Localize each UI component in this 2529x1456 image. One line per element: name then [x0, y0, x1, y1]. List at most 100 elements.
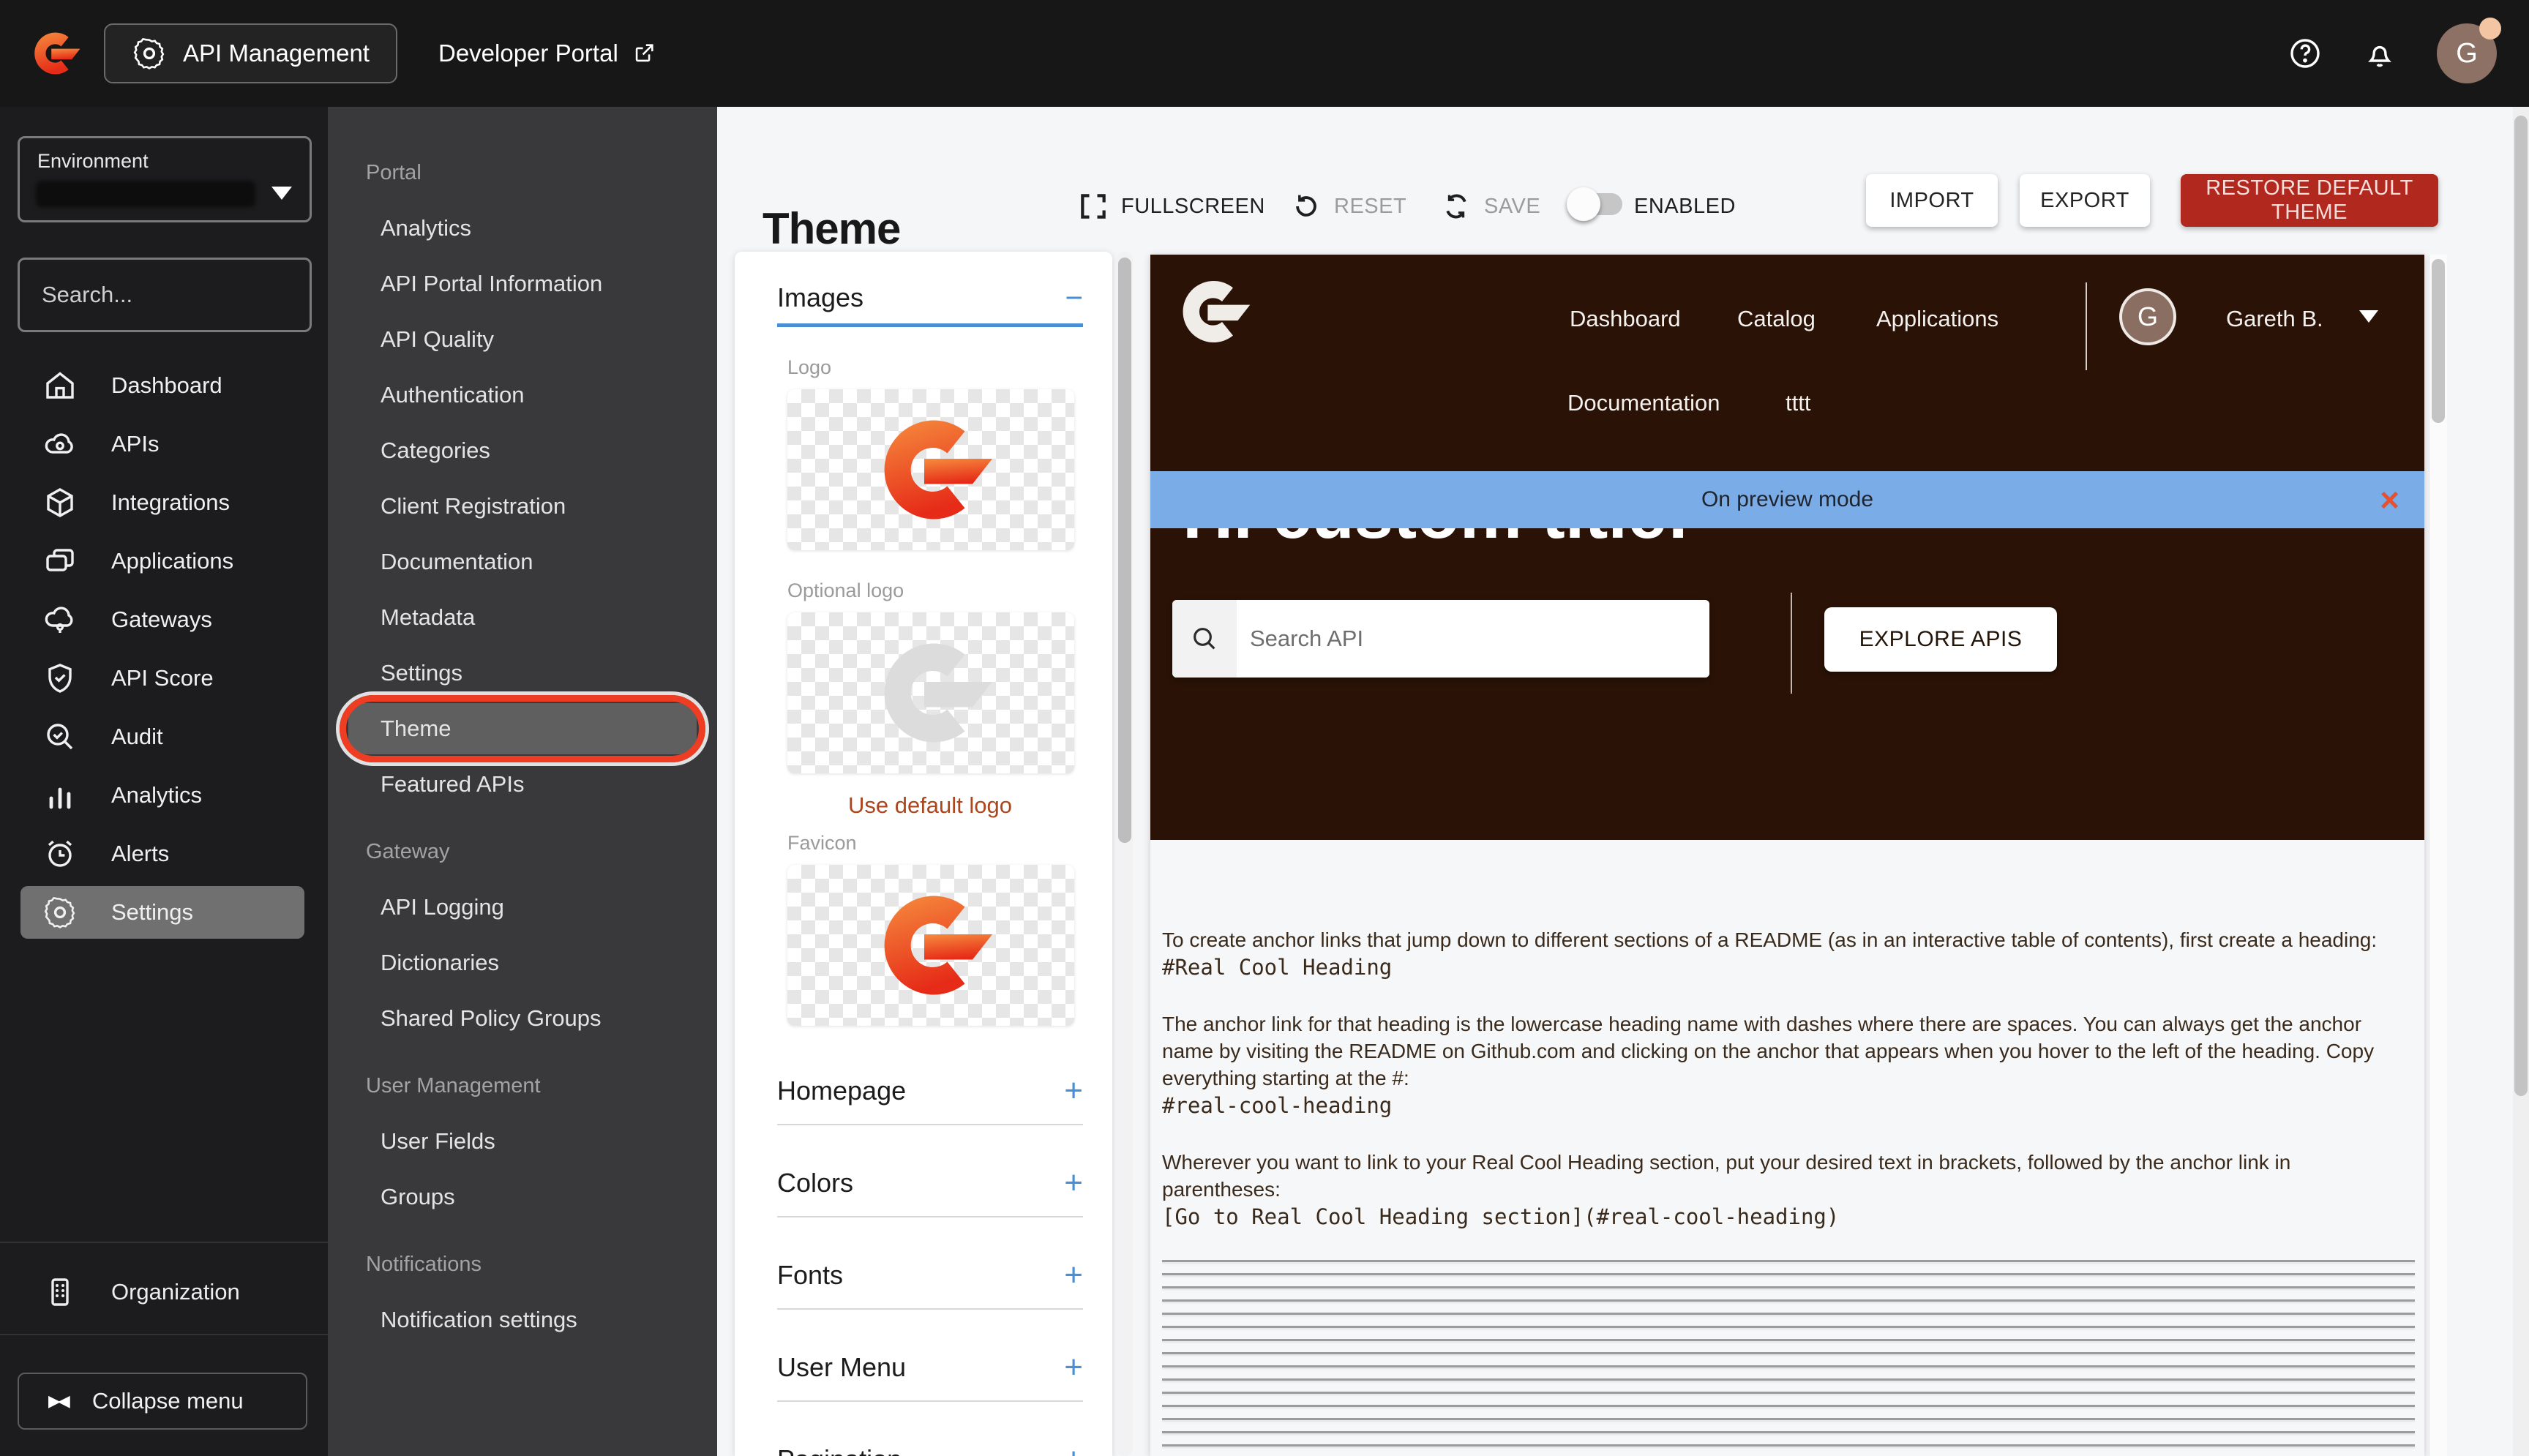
- sidebar-item-analytics[interactable]: Analytics: [0, 766, 328, 825]
- sidebar-item-settings[interactable]: Settings: [0, 883, 328, 942]
- subnav-item-featured-apis[interactable]: Featured APIs: [328, 757, 717, 812]
- subnav-item-metadata[interactable]: Metadata: [328, 590, 717, 645]
- subnav-item-api-logging[interactable]: API Logging: [328, 879, 717, 935]
- expand-section-icon[interactable]: +: [1064, 1441, 1083, 1456]
- expand-section-icon[interactable]: +: [1064, 1073, 1083, 1109]
- preview-scrollbar[interactable]: [2429, 255, 2447, 1456]
- subnav-item-authentication[interactable]: Authentication: [328, 367, 717, 423]
- sidebar-item-integrations[interactable]: Integrations: [0, 473, 328, 532]
- subnav-item-api-quality[interactable]: API Quality: [328, 312, 717, 367]
- scrollbar-thumb[interactable]: [2514, 116, 2528, 1096]
- subnav-item-groups[interactable]: Groups: [328, 1169, 717, 1225]
- restore-default-theme-button[interactable]: RESTORE DEFAULT THEME: [2181, 174, 2438, 227]
- section-pagination[interactable]: Pagination+: [777, 1441, 1083, 1456]
- help-icon[interactable]: [2288, 36, 2323, 71]
- skeleton-line: [1162, 1313, 2415, 1315]
- favicon-upload-area[interactable]: [787, 865, 1074, 1026]
- chevron-down-icon[interactable]: [2359, 310, 2378, 323]
- section-colors[interactable]: Colors+: [777, 1165, 1083, 1201]
- top-bar-actions: G: [2288, 23, 2497, 83]
- subnav-item-client-registration[interactable]: Client Registration: [328, 479, 717, 534]
- subnav-item-user-fields[interactable]: User Fields: [328, 1114, 717, 1169]
- organization-icon: [42, 1275, 78, 1310]
- skeleton-line: [1162, 1431, 2415, 1433]
- page-scrollbar[interactable]: [2513, 107, 2529, 1456]
- subnav-item-dictionaries[interactable]: Dictionaries: [328, 935, 717, 991]
- preview-nav-documentation[interactable]: Documentation: [1567, 390, 1720, 416]
- preview-user-avatar[interactable]: G: [2119, 288, 2176, 345]
- subnav-item-settings[interactable]: Settings: [328, 645, 717, 701]
- section-active-underline: [777, 323, 1083, 327]
- notifications-bell-icon[interactable]: [2362, 36, 2397, 71]
- external-link-icon: [632, 41, 656, 66]
- app-switcher-button[interactable]: API Management: [104, 23, 397, 83]
- sidebar-item-gateways[interactable]: Gateways: [0, 590, 328, 649]
- skeleton-line: [1162, 1339, 2415, 1341]
- logo-label: Logo: [787, 356, 1083, 379]
- search-input[interactable]: [20, 281, 335, 309]
- logo-upload-area[interactable]: [787, 389, 1074, 550]
- primary-nav-list: Dashboard APIs Integrations Applications…: [0, 356, 328, 942]
- preview-search-input[interactable]: [1237, 600, 1709, 678]
- explore-apis-button[interactable]: EXPLORE APIS: [1824, 607, 2057, 672]
- environment-label: Environment: [37, 150, 149, 173]
- sidebar-item-audit[interactable]: Audit: [0, 708, 328, 766]
- sidebar-item-organization[interactable]: Organization: [0, 1259, 328, 1325]
- subnav-item-notification-settings[interactable]: Notification settings: [328, 1292, 717, 1348]
- preview-mode-banner-text: On preview mode: [1701, 487, 1873, 512]
- preview-user-name[interactable]: Gareth B.: [2226, 306, 2323, 332]
- section-homepage[interactable]: Homepage+: [777, 1073, 1083, 1109]
- skeleton-line: [1162, 1273, 2415, 1275]
- fullscreen-label: FULLSCREEN: [1121, 195, 1265, 219]
- collapse-menu-button[interactable]: ▶◀ Collapse menu: [18, 1373, 307, 1430]
- preview-mode-banner: On preview mode ×: [1150, 471, 2424, 528]
- theme-panel-scrollbar[interactable]: [1117, 252, 1133, 1456]
- save-button[interactable]: SAVE: [1440, 186, 1540, 227]
- preview-api-search[interactable]: [1172, 600, 1709, 678]
- scrollbar-thumb[interactable]: [1118, 258, 1131, 843]
- scrollbar-thumb[interactable]: [2432, 259, 2445, 423]
- section-user-menu[interactable]: User Menu+: [777, 1349, 1083, 1386]
- section-fonts[interactable]: Fonts+: [777, 1257, 1083, 1294]
- images-section-header[interactable]: Images −: [777, 282, 1083, 313]
- sidebar-item-apis[interactable]: APIs: [0, 415, 328, 473]
- reset-button[interactable]: RESET: [1290, 186, 1406, 227]
- expand-section-icon[interactable]: +: [1064, 1349, 1083, 1386]
- preview-nav-applications[interactable]: Applications: [1876, 306, 1998, 332]
- developer-portal-link[interactable]: Developer Portal: [438, 40, 656, 67]
- subnav-item-api-portal-information[interactable]: API Portal Information: [328, 256, 717, 312]
- subnav-item-shared-policy-groups[interactable]: Shared Policy Groups: [328, 991, 717, 1046]
- portal-preview: Dashboard Catalog Applications G Gareth …: [1150, 255, 2424, 1456]
- readme-code: #Real Cool Heading: [1162, 954, 2415, 981]
- environment-select[interactable]: Environment: [18, 136, 312, 222]
- import-button[interactable]: IMPORT: [1866, 174, 1998, 227]
- user-avatar[interactable]: G: [2437, 23, 2497, 83]
- preview-nav-catalog[interactable]: Catalog: [1737, 306, 1816, 332]
- expand-section-icon[interactable]: +: [1064, 1257, 1083, 1294]
- preview-nav-dashboard[interactable]: Dashboard: [1570, 306, 1681, 332]
- search-icon: [1172, 600, 1237, 678]
- sidebar-item-api-score[interactable]: API Score: [0, 649, 328, 708]
- optional-logo-upload-area[interactable]: [787, 612, 1074, 773]
- sidebar-item-dashboard[interactable]: Dashboard: [0, 356, 328, 415]
- preview-nav-tttt[interactable]: tttt: [1786, 390, 1810, 416]
- close-icon[interactable]: ×: [2380, 480, 2399, 519]
- sidebar-search[interactable]: [18, 258, 312, 332]
- subnav-item-categories[interactable]: Categories: [328, 423, 717, 479]
- skeleton-line: [1162, 1326, 2415, 1328]
- gravitee-logo-icon[interactable]: [26, 26, 82, 81]
- subnav-item-theme-selected[interactable]: Theme: [328, 701, 717, 757]
- collapse-menu-label: Collapse menu: [92, 1388, 244, 1414]
- sidebar-item-alerts[interactable]: Alerts: [0, 825, 328, 883]
- use-default-logo-link[interactable]: Use default logo: [777, 792, 1083, 819]
- subnav-item-analytics[interactable]: Analytics: [328, 200, 717, 256]
- collapse-section-icon[interactable]: −: [1065, 290, 1083, 305]
- expand-section-icon[interactable]: +: [1064, 1165, 1083, 1201]
- sidebar-item-applications[interactable]: Applications: [0, 532, 328, 590]
- fullscreen-button[interactable]: FULLSCREEN: [1077, 186, 1265, 227]
- subnav-item-documentation[interactable]: Documentation: [328, 534, 717, 590]
- enabled-toggle[interactable]: [1570, 193, 1622, 215]
- preview-hero: Dashboard Catalog Applications G Gareth …: [1150, 255, 2424, 840]
- export-button[interactable]: EXPORT: [2020, 174, 2150, 227]
- divider: [777, 1216, 1083, 1217]
